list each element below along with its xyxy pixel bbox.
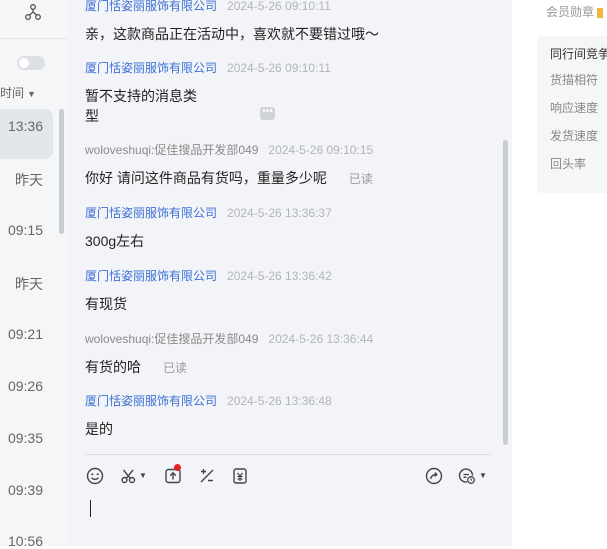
metric-label: 回头率 xyxy=(550,157,587,171)
member-label: 会员勋章 xyxy=(546,5,595,19)
message-text: 你好 请问这件商品有货吗，重量多少呢 xyxy=(85,170,327,186)
message-time: 2024-5-26 13:36:48 xyxy=(227,394,332,408)
divider xyxy=(0,38,67,39)
chat-panel: 厦门恬姿丽服饰有限公司 2024-5-26 09:10:11 亲，这款商品正在活动… xyxy=(67,0,512,546)
message-text: 300g左右 xyxy=(85,233,145,249)
active-conversation-highlight[interactable] xyxy=(0,109,53,159)
ellipsis-icon[interactable]: ••• xyxy=(260,107,275,120)
message-text: 有货的哈 xyxy=(85,359,141,375)
member-badge-row: 会员勋章 xyxy=(546,3,604,20)
coupon-icon[interactable] xyxy=(231,467,251,487)
message: 厦门恬姿丽服饰有限公司 2024-5-26 13:36:48 是的 xyxy=(85,392,332,439)
chat-scrollbar[interactable] xyxy=(503,140,508,445)
quick-reply-icon[interactable] xyxy=(198,467,218,487)
conversation-time[interactable]: 10:56 xyxy=(8,533,43,549)
sort-dropdown[interactable]: 时间 ▼ xyxy=(0,84,36,101)
message-sender[interactable]: 厦门恬姿丽服饰有限公司 xyxy=(85,269,217,283)
message-sender[interactable]: 厦门恬姿丽服饰有限公司 xyxy=(85,206,217,220)
message-time: 2024-5-26 13:36:44 xyxy=(268,332,374,346)
message-sender[interactable]: 厦门恬姿丽服饰有限公司 xyxy=(85,0,217,13)
message: 厦门恬姿丽服饰有限公司 2024-5-26 09:10:11 暂不支持的消息类型 xyxy=(85,59,331,126)
conversation-time[interactable]: 09:35 xyxy=(8,430,43,446)
message: woloveshuqi:促佳搜品开发部049 2024-5-26 13:36:44… xyxy=(85,330,373,378)
message-text: 是的 xyxy=(85,421,113,437)
message-sender[interactable]: woloveshuqi:促佳搜品开发部049 xyxy=(85,332,258,346)
message-text: 有现货 xyxy=(85,296,127,312)
sort-label: 时间 xyxy=(0,86,25,100)
shop-info-panel: 会员勋章 同行间竞争 货描相符 响应速度 发货速度 回头率 xyxy=(512,0,607,546)
conversation-list: 时间 ▼ 13:36 昨天 09:15 昨天 09:21 09:26 09:35 … xyxy=(0,0,68,549)
message: 厦门恬姿丽服饰有限公司 2024-5-26 09:10:11 亲，这款商品正在活动… xyxy=(85,0,379,44)
card-title: 同行间竞争 xyxy=(550,47,607,61)
conversation-time[interactable]: 09:39 xyxy=(8,482,43,498)
caret-down-icon: ▼ xyxy=(479,471,487,480)
conversation-time[interactable]: 09:21 xyxy=(8,326,43,342)
message-text: 暂不支持的消息类型 xyxy=(85,86,331,126)
scissors-icon[interactable]: ▼ xyxy=(120,467,148,487)
conversation-scrollbar[interactable] xyxy=(59,109,64,234)
composer-divider xyxy=(85,454,491,455)
filter-toggle[interactable] xyxy=(17,56,45,70)
metric-label: 货描相符 xyxy=(550,73,599,87)
conversation-time[interactable]: 09:15 xyxy=(8,222,43,238)
notification-dot xyxy=(174,464,181,471)
read-status: 已读 xyxy=(348,172,373,186)
medal-icon xyxy=(597,7,604,18)
message-input-cursor[interactable] xyxy=(90,500,91,517)
conversation-time[interactable]: 昨天 xyxy=(15,274,43,294)
caret-down-icon: ▼ xyxy=(27,89,36,99)
message-time: 2024-5-26 13:36:37 xyxy=(227,206,332,220)
message-time: 2024-5-26 09:10:11 xyxy=(227,61,331,75)
competition-card: 同行间竞争 货描相符 响应速度 发货速度 回头率 xyxy=(537,36,607,193)
message-text: 亲，这款商品正在活动中，喜欢就不要错过哦～ xyxy=(85,26,379,42)
message: 厦门恬姿丽服饰有限公司 2024-5-26 13:36:37 300g左右 xyxy=(85,204,332,251)
metric-label: 响应速度 xyxy=(550,101,599,115)
message: woloveshuqi:促佳搜品开发部049 2024-5-26 09:10:15… xyxy=(85,141,373,189)
network-icon[interactable] xyxy=(24,3,42,21)
message-text-line: 暂不支持的消息类 xyxy=(85,88,197,104)
conversation-time[interactable]: 昨天 xyxy=(15,170,43,190)
emoji-icon[interactable] xyxy=(86,467,106,487)
message-sender[interactable]: woloveshuqi:促佳搜品开发部049 xyxy=(85,143,258,157)
read-status: 已读 xyxy=(163,361,188,375)
conversation-time[interactable]: 13:36 xyxy=(8,118,43,134)
upload-icon[interactable] xyxy=(164,467,184,487)
message-time: 2024-5-26 13:36:42 xyxy=(227,269,332,283)
history-icon[interactable]: ▼ xyxy=(458,467,488,487)
share-icon[interactable] xyxy=(425,467,445,487)
metric-label: 发货速度 xyxy=(550,129,599,143)
message-time: 2024-5-26 09:10:11 xyxy=(227,0,331,13)
message-text-line: 型 xyxy=(85,108,99,124)
message-sender[interactable]: 厦门恬姿丽服饰有限公司 xyxy=(85,61,217,75)
message: 厦门恬姿丽服饰有限公司 2024-5-26 13:36:42 有现货 xyxy=(85,267,332,314)
message-sender[interactable]: 厦门恬姿丽服饰有限公司 xyxy=(85,394,217,408)
conversation-time[interactable]: 09:26 xyxy=(8,378,43,394)
message-time: 2024-5-26 09:10:15 xyxy=(268,143,374,157)
caret-down-icon: ▼ xyxy=(139,471,147,480)
